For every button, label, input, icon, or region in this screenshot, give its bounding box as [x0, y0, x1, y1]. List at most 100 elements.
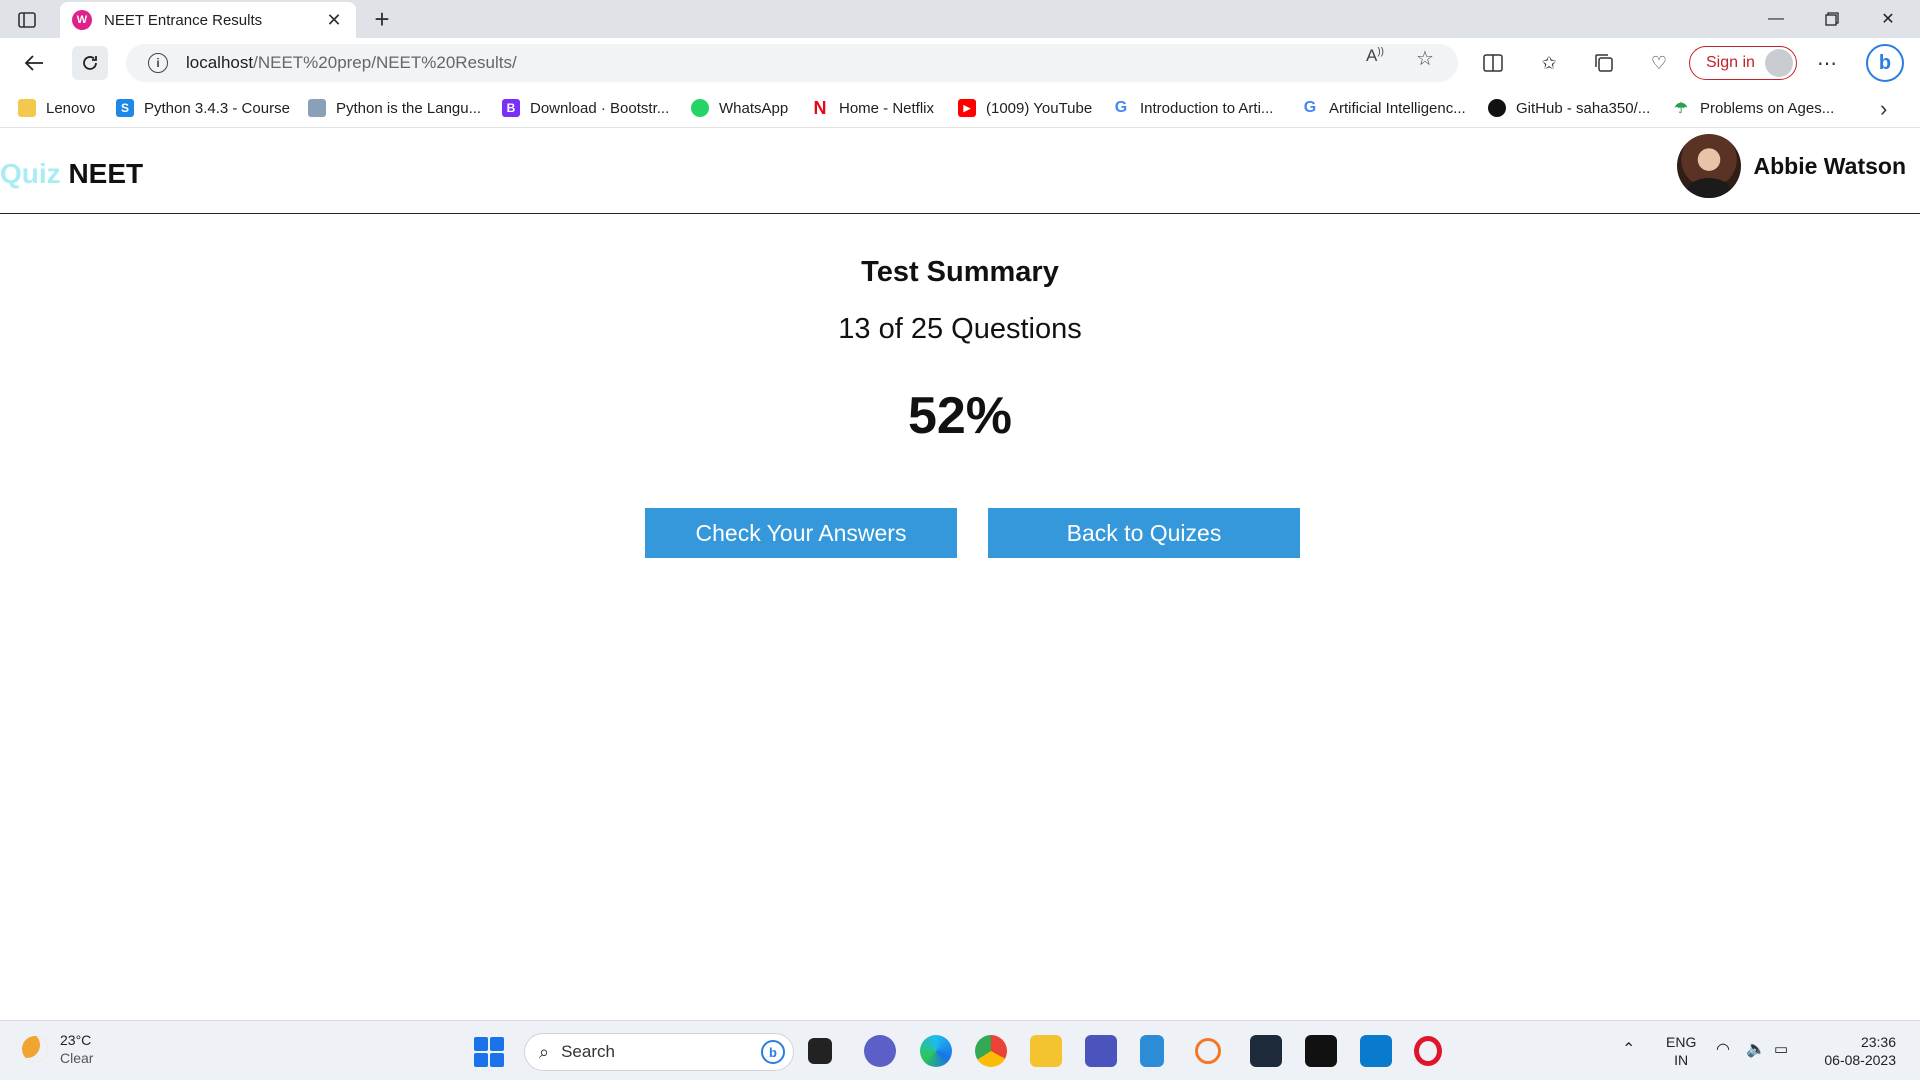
sign-in-button[interactable]: Sign in: [1689, 46, 1797, 80]
google-icon: G: [1114, 99, 1128, 116]
bookmark-label: Download · Bootstr...: [530, 99, 670, 117]
summary-actions: Check Your Answers Back to Quizes: [645, 508, 1300, 558]
sign-in-label: Sign in: [1706, 54, 1755, 71]
reload-icon[interactable]: [72, 46, 108, 80]
bookmark-item[interactable]: N Home - Netflix: [811, 97, 935, 119]
opera-icon[interactable]: [1414, 1036, 1442, 1066]
browser-tab-active[interactable]: W NEET Entrance Results ✕: [60, 2, 356, 38]
back-arrow-icon[interactable]: [16, 46, 52, 80]
site-brand[interactable]: Quiz NEET: [0, 158, 143, 190]
moon-icon: [22, 1036, 48, 1062]
favorite-star-icon[interactable]: ☆: [1416, 46, 1434, 71]
weather-temperature: 23°C: [60, 1032, 92, 1048]
close-window-icon[interactable]: ✕: [1860, 0, 1916, 38]
url-path: /NEET%20prep/NEET%20Results/: [253, 53, 517, 72]
bing-copilot-icon[interactable]: b: [1866, 44, 1904, 82]
task-view-icon[interactable]: [808, 1038, 832, 1064]
bootstrap-icon: B: [502, 99, 520, 117]
score-percent: 52%: [907, 387, 1013, 445]
bing-search-icon: b: [761, 1040, 785, 1064]
weather-widget[interactable]: 23°C Clear: [22, 1031, 93, 1067]
bookmark-item[interactable]: G Introduction to Arti...: [1112, 97, 1274, 119]
bookmark-label: Lenovo: [46, 99, 96, 117]
weather-condition: Clear: [60, 1050, 94, 1066]
address-toolbar: i localhost/NEET%20prep/NEET%20Results/ …: [0, 38, 1920, 88]
chevron-up-icon[interactable]: ⌃: [1622, 1041, 1635, 1059]
leaf-icon: ☂: [1674, 100, 1688, 117]
summary-heading: Test Summary: [861, 256, 1059, 288]
system-clock[interactable]: 23:36 06-08-2023: [1824, 1033, 1896, 1069]
bookmarks-bar: Lenovo S Python 3.4.3 - Course Python is …: [0, 88, 1920, 128]
read-aloud-icon[interactable]: A)): [1366, 46, 1384, 66]
bookmark-label: Introduction to Arti...: [1140, 99, 1274, 117]
avatar: [1676, 134, 1741, 198]
split-screen-icon[interactable]: [1480, 50, 1506, 76]
check-answers-button[interactable]: Check Your Answers: [645, 508, 957, 558]
clock-time: 23:36: [1860, 1034, 1896, 1050]
bookmark-label: GitHub - saha350/...: [1516, 99, 1651, 117]
bookmark-item[interactable]: WhatsApp: [691, 97, 788, 119]
tab-title: NEET Entrance Results: [104, 11, 263, 29]
browser-tab-bar: W NEET Entrance Results ✕ + — ✕: [0, 0, 1920, 38]
language-indicator[interactable]: ENG IN: [1666, 1033, 1696, 1069]
bookmark-item[interactable]: ☂ Problems on Ages...: [1672, 97, 1834, 119]
site-favicon-icon: W: [72, 10, 92, 30]
site-info-icon[interactable]: i: [148, 53, 168, 73]
favorites-icon[interactable]: ✩: [1536, 50, 1562, 76]
netflix-icon: N: [813, 97, 827, 118]
more-options-icon[interactable]: ⋯: [1814, 50, 1840, 76]
browser-essentials-icon[interactable]: ♡: [1646, 50, 1672, 76]
volume-muted-icon[interactable]: 🔈: [1746, 1041, 1766, 1059]
bookmark-label: Problems on Ages...: [1700, 99, 1835, 117]
vscode-icon[interactable]: [1360, 1035, 1392, 1067]
close-tab-icon[interactable]: ✕: [324, 10, 344, 31]
bookmark-item[interactable]: ▶ (1009) YouTube: [958, 97, 1092, 119]
mysql-workbench-icon[interactable]: [1250, 1035, 1282, 1067]
bookmark-label: Artificial Intelligenc...: [1329, 99, 1466, 117]
bookmark-label: Python is the Langu...: [336, 99, 482, 117]
jupyter-icon[interactable]: [1195, 1038, 1221, 1064]
python-icon: [308, 99, 326, 117]
user-name: Abbie Watson: [1753, 152, 1906, 179]
wifi-icon[interactable]: ◠: [1716, 1041, 1730, 1059]
tab-actions-icon[interactable]: [14, 8, 40, 32]
github-icon: [1488, 99, 1506, 117]
restore-window-icon[interactable]: [1804, 0, 1860, 38]
bookmark-label: (1009) YouTube: [986, 99, 1093, 117]
file-explorer-icon[interactable]: [1030, 1035, 1062, 1067]
notepad-icon[interactable]: [1140, 1035, 1164, 1067]
teams-chat-icon[interactable]: [864, 1035, 896, 1067]
os-taskbar: 23°C Clear ⌕ Search b ⌃ ENG IN ◠ 🔈 ▭ 23:…: [0, 1020, 1920, 1080]
bookmark-item[interactable]: B Download · Bootstr...: [502, 97, 669, 119]
back-to-quizzes-button[interactable]: Back to Quizes: [988, 508, 1300, 558]
terminal-icon[interactable]: [1305, 1035, 1337, 1067]
bookmark-item[interactable]: GitHub - saha350/...: [1488, 97, 1650, 119]
taskbar-search-input[interactable]: ⌕ Search b: [524, 1033, 794, 1071]
collections-icon[interactable]: [1591, 50, 1617, 76]
minimize-window-icon[interactable]: —: [1748, 0, 1804, 38]
url-field[interactable]: i localhost/NEET%20prep/NEET%20Results/: [126, 44, 1458, 82]
chevron-right-icon[interactable]: ›: [1880, 96, 1887, 122]
chrome-icon[interactable]: [975, 1035, 1007, 1067]
youtube-icon: ▶: [958, 99, 976, 117]
question-count: 13 of 25 Questions: [838, 313, 1082, 345]
bookmark-item[interactable]: Python is the Langu...: [308, 97, 481, 119]
windows-start-icon[interactable]: [474, 1037, 504, 1067]
language-code: ENG: [1666, 1034, 1697, 1050]
search-icon: ⌕: [539, 1041, 550, 1062]
bookmark-label: WhatsApp: [719, 99, 789, 117]
bookmark-item[interactable]: G Artificial Intelligenc...: [1301, 97, 1466, 119]
edge-browser-icon[interactable]: [920, 1035, 952, 1067]
test-summary: Test Summary 13 of 25 Questions 52%: [0, 256, 1920, 446]
battery-icon[interactable]: ▭: [1774, 1041, 1788, 1059]
new-tab-button[interactable]: +: [368, 6, 396, 34]
python-s-icon: S: [116, 99, 134, 117]
search-placeholder: Search: [561, 1042, 615, 1061]
brand-neet: NEET: [68, 158, 144, 189]
brand-quiz: Quiz: [0, 158, 61, 189]
bookmark-item[interactable]: S Python 3.4.3 - Course: [116, 97, 290, 119]
teams-icon[interactable]: [1085, 1035, 1117, 1067]
user-profile[interactable]: Abbie Watson: [1676, 134, 1906, 198]
bookmark-item[interactable]: Lenovo: [18, 97, 95, 119]
bookmark-label: Python 3.4.3 - Course: [144, 99, 290, 117]
